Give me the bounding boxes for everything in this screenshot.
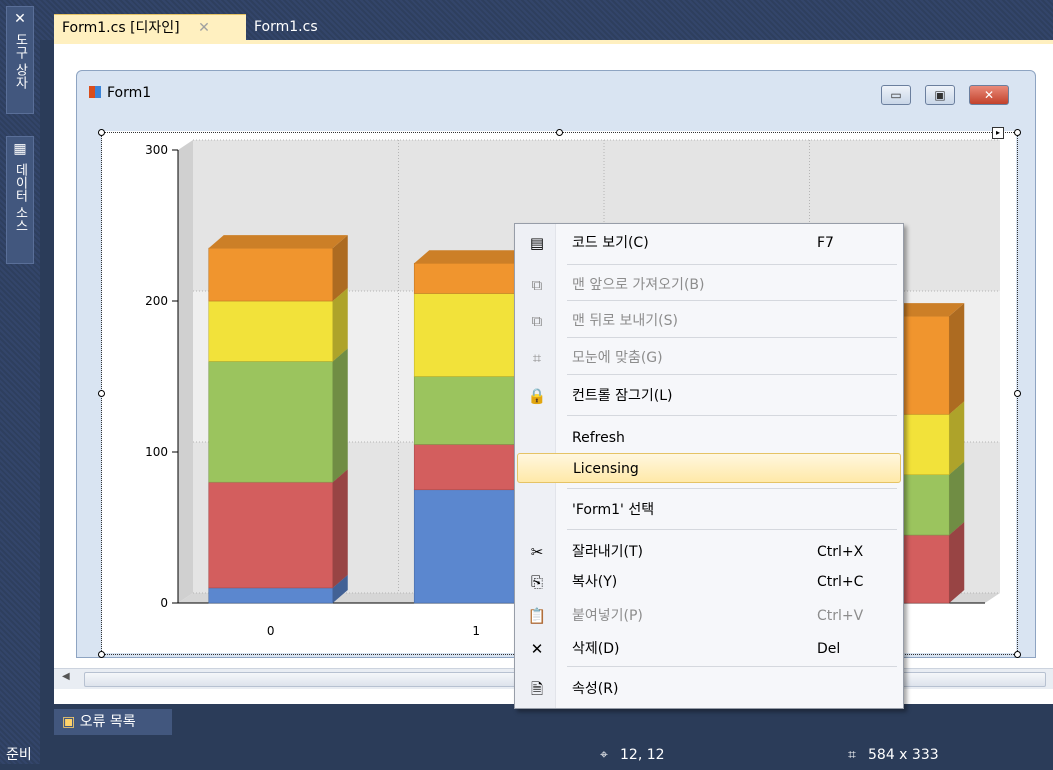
menu-item-label: 속성(R) (572, 681, 619, 697)
send-to-back-icon: ⧉ (531, 312, 543, 330)
menu-separator (567, 337, 897, 338)
menu-separator (567, 529, 897, 530)
resize-handle-sw[interactable] (98, 651, 105, 658)
lock-icon: 🔒 (527, 387, 547, 405)
menu-item-shortcut: Del (817, 641, 841, 657)
menu-item-1[interactable]: ⧉ 맨 앞으로 가져오기(B) (517, 270, 901, 300)
menu-item-11[interactable]: ✕ 삭제(D) Del (517, 634, 901, 664)
status-ready: 준비 (6, 747, 32, 763)
menu-item-label: 복사(Y) (572, 574, 618, 590)
menu-item-0[interactable]: ▤ 코드 보기(C) F7 (517, 228, 901, 258)
menu-item-2[interactable]: ⧉ 맨 뒤로 보내기(S) (517, 306, 901, 336)
scissors-icon: ✂ (530, 543, 544, 561)
resize-handle-se[interactable] (1014, 651, 1021, 658)
menu-item-5[interactable]: Refresh (517, 423, 901, 453)
menu-item-8[interactable]: ✂ 잘라내기(T) Ctrl+X (517, 537, 901, 567)
menu-item-label: 잘라내기(T) (572, 544, 643, 560)
context-menu: ▤ 코드 보기(C) F7 ⧉ 맨 앞으로 가져오기(B) ⧉ 맨 뒤로 보내기(S) ⌗ 모눈… (514, 223, 904, 709)
menu-item-6[interactable]: Licensing (517, 453, 901, 483)
menu-item-label: 코드 보기(C) (572, 235, 649, 251)
menu-separator (567, 666, 897, 667)
resize-handle-n[interactable] (556, 129, 563, 136)
paste-icon: 📋 (527, 607, 547, 625)
error-list-tab[interactable]: ▣ 오류 목록 (54, 709, 172, 735)
location-icon: ⌖ (600, 747, 608, 763)
resize-handle-e[interactable] (1014, 390, 1021, 397)
menu-item-label: 붙여넣기(P) (572, 608, 643, 624)
menu-item-label: Refresh (572, 430, 625, 446)
scroll-left-icon[interactable]: ◀ (62, 671, 70, 682)
menu-item-label: 맨 앞으로 가져오기(B) (572, 277, 705, 293)
menu-item-10[interactable]: 📋 붙여넣기(P) Ctrl+V (517, 601, 901, 631)
menu-item-12[interactable]: 🗎 속성(R) (517, 674, 901, 704)
copy-icon: ⎘ (530, 573, 543, 591)
menu-item-label: 컨트롤 잠그기(L) (572, 388, 673, 404)
menu-item-7[interactable]: 'Form1' 선택 (517, 495, 901, 525)
menu-item-label: Licensing (573, 461, 639, 477)
menu-item-shortcut: Ctrl+X (817, 544, 864, 560)
menu-item-label: 삭제(D) (572, 641, 620, 657)
align-to-grid-icon: ⌗ (532, 349, 542, 367)
resize-handle-nw[interactable] (98, 129, 105, 136)
menu-item-label: 모눈에 맞춤(G) (572, 350, 663, 366)
menu-separator (567, 374, 897, 375)
status-location: 12, 12 (620, 747, 665, 763)
menu-separator (567, 264, 897, 265)
size-icon: ⌗ (848, 747, 856, 763)
menu-item-shortcut: Ctrl+V (817, 608, 864, 624)
view-code-icon: ▤ (529, 234, 545, 252)
menu-item-shortcut: Ctrl+C (817, 574, 864, 590)
properties-icon: 🗎 (530, 680, 544, 698)
menu-item-3[interactable]: ⌗ 모눈에 맞춤(G) (517, 343, 901, 373)
menu-item-9[interactable]: ⎘ 복사(Y) Ctrl+C (517, 567, 901, 597)
menu-separator (567, 488, 897, 489)
delete-icon: ✕ (530, 640, 544, 658)
menu-separator (567, 300, 897, 301)
error-list-label: 오류 목록 (79, 714, 136, 730)
resize-handle-ne[interactable] (1014, 129, 1021, 136)
error-list-icon: ▣ (62, 714, 76, 730)
menu-item-shortcut: F7 (817, 235, 834, 251)
menu-item-label: 'Form1' 선택 (572, 502, 655, 518)
menu-item-label: 맨 뒤로 보내기(S) (572, 313, 678, 329)
status-bar: 준비 ⌖ 12, 12 ⌗ 584 x 333 (0, 740, 1053, 764)
smart-tag-icon[interactable]: ▸ (992, 127, 1004, 139)
menu-item-4[interactable]: 🔒 컨트롤 잠그기(L) (517, 381, 901, 411)
resize-handle-w[interactable] (98, 390, 105, 397)
status-size: 584 x 333 (868, 747, 939, 763)
menu-separator (567, 415, 897, 416)
bring-to-front-icon: ⧉ (531, 276, 543, 294)
